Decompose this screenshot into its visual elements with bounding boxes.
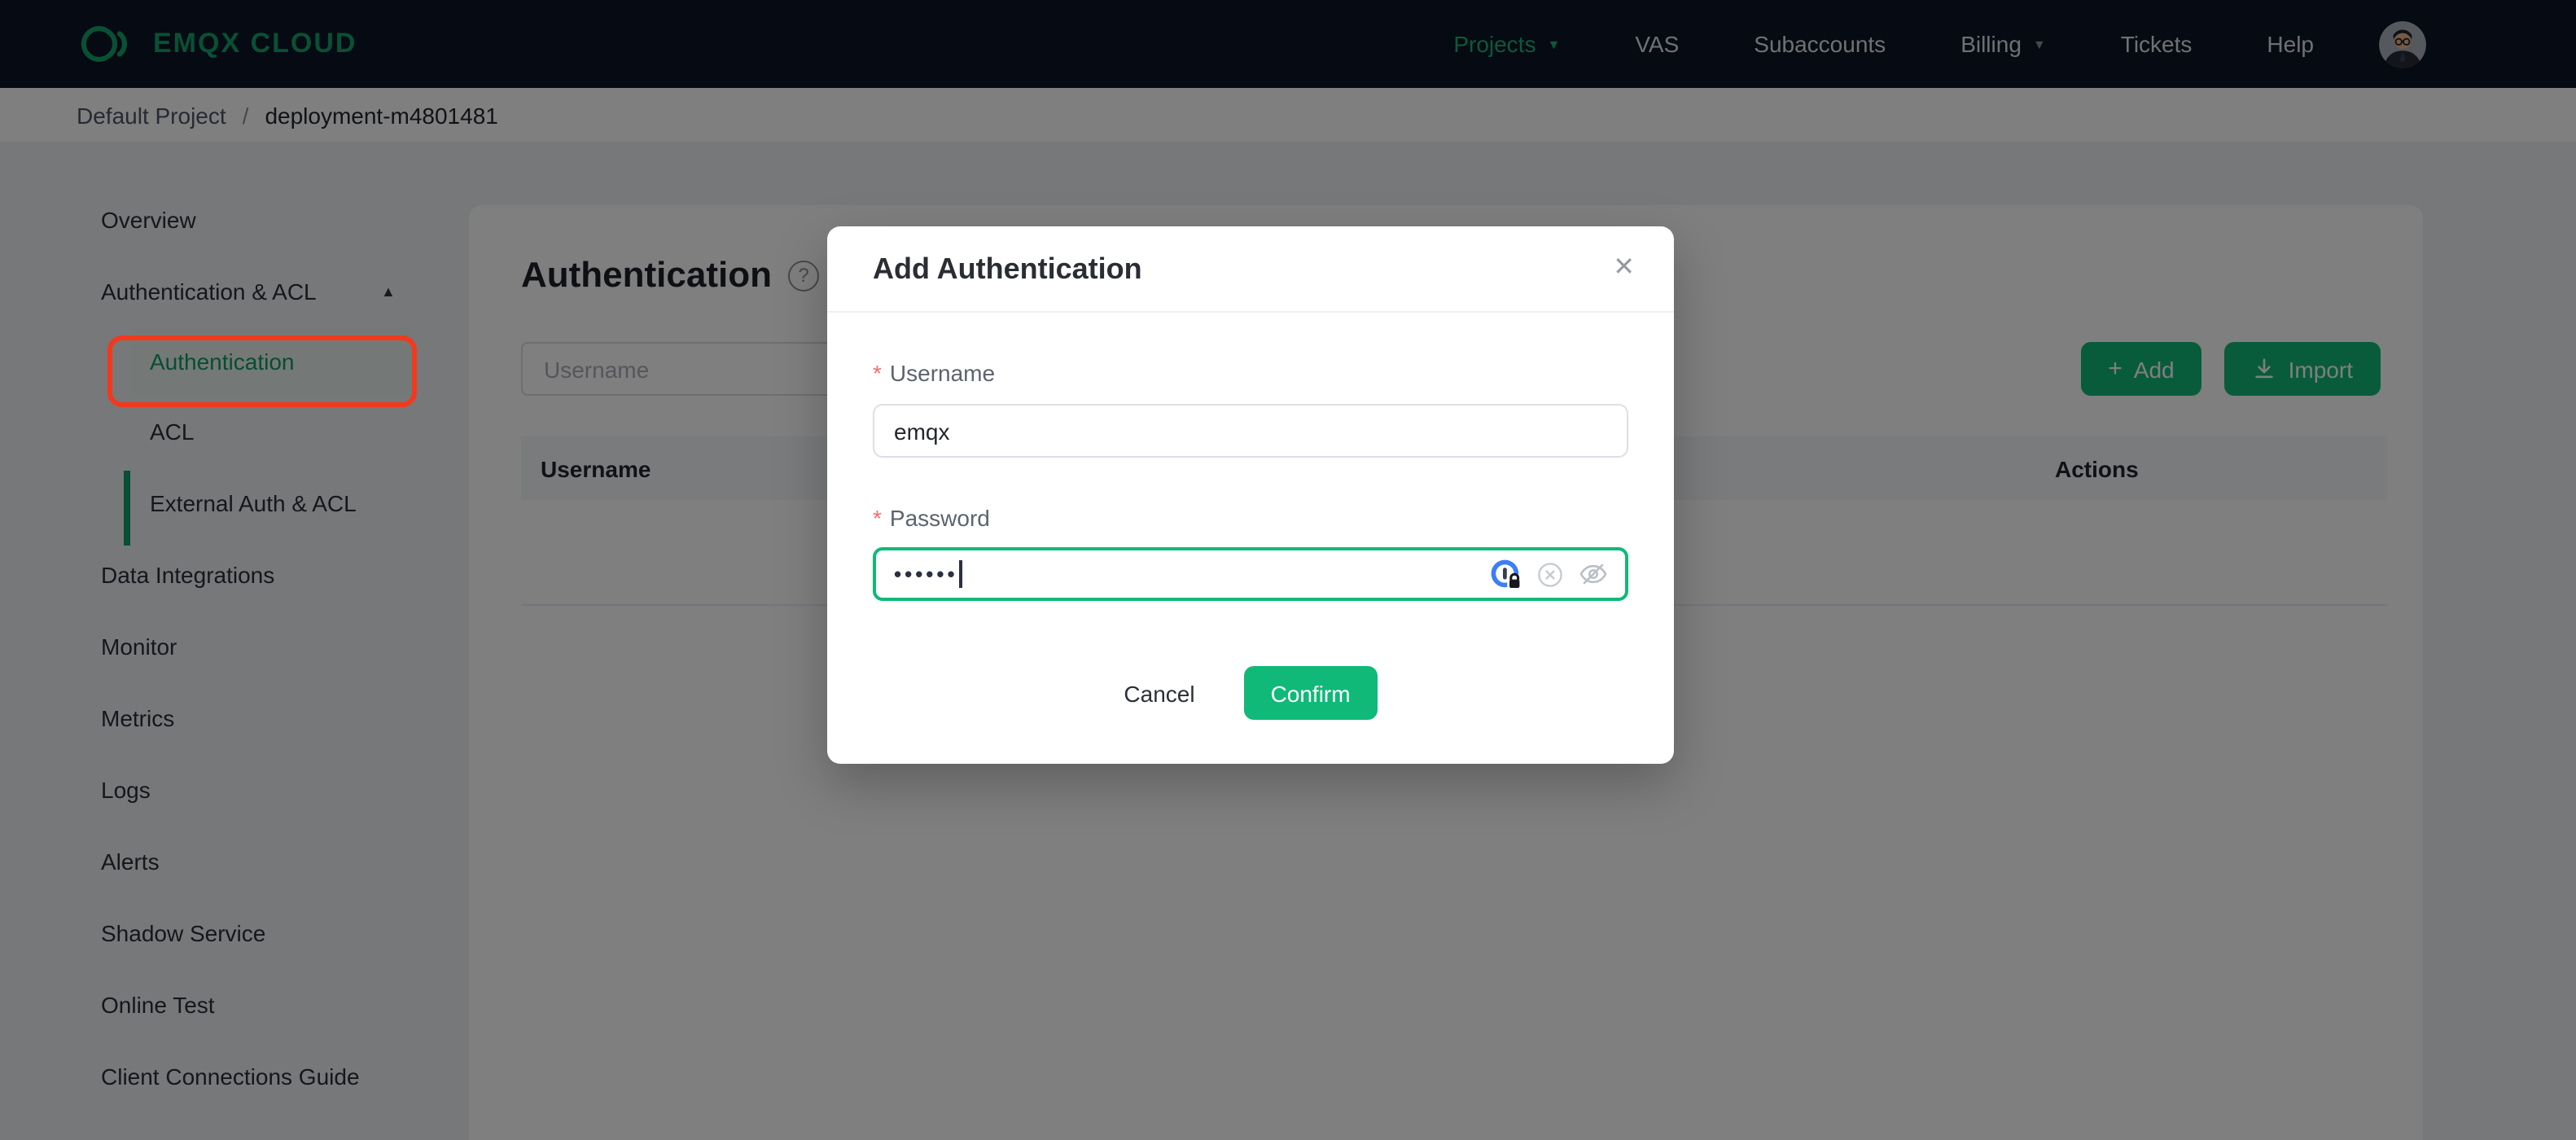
required-marker: * bbox=[873, 505, 882, 531]
close-icon[interactable]: ✕ bbox=[1613, 255, 1635, 282]
modal-header: Add Authentication ✕ bbox=[827, 226, 1674, 313]
password-masked-value: •••••• bbox=[894, 562, 958, 586]
onepassword-extension-icon[interactable] bbox=[1490, 558, 1522, 590]
password-field-icons bbox=[1490, 558, 1609, 590]
modal-body: * Username * Password •••••• bbox=[827, 357, 1674, 720]
confirm-button[interactable]: Confirm bbox=[1243, 666, 1378, 720]
password-label: * Password bbox=[873, 505, 990, 531]
username-input[interactable] bbox=[873, 404, 1628, 458]
modal-title: Add Authentication bbox=[873, 252, 1142, 284]
add-authentication-modal: Add Authentication ✕ * Username * Passwo… bbox=[827, 226, 1674, 764]
app-root: EMQX CLOUD Projects ▼ VAS Subaccounts Bi… bbox=[0, 0, 2576, 1140]
username-label: * Username bbox=[873, 360, 996, 386]
required-marker: * bbox=[873, 360, 882, 386]
cancel-button[interactable]: Cancel bbox=[1124, 680, 1194, 706]
modal-footer: Cancel Confirm bbox=[873, 666, 1628, 720]
password-input[interactable]: •••••• bbox=[873, 547, 1628, 601]
clear-input-icon[interactable] bbox=[1537, 561, 1563, 587]
text-cursor bbox=[959, 560, 962, 588]
toggle-password-visibility-icon[interactable] bbox=[1578, 559, 1609, 590]
